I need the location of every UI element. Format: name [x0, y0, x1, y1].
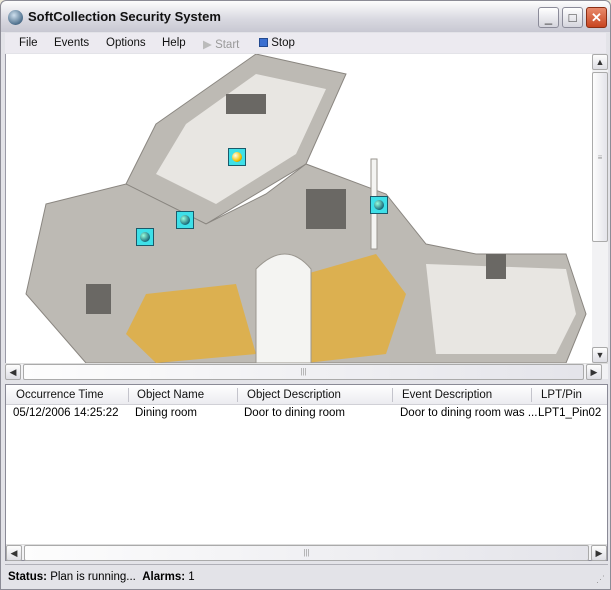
list-horizontal-scroll-thumb[interactable]: ||| [24, 545, 589, 561]
status-bar: Status: Plan is running... Alarms: 1 ⋰ [5, 564, 608, 588]
vertical-scroll-thumb[interactable]: ≡ [592, 72, 608, 242]
sensor-1-icon[interactable] [228, 148, 246, 166]
cell-lpt-pin: LPT1_Pin02 [538, 407, 602, 419]
sensor-3-icon[interactable] [136, 228, 154, 246]
events-list-header: Occurrence Time Object Name Object Descr… [6, 385, 607, 405]
alarms-label: Alarms: [142, 571, 186, 583]
scroll-right-button[interactable]: ▶ [586, 364, 602, 380]
resize-grip-icon[interactable]: ⋰ [596, 574, 605, 585]
floor-plan-image [25, 54, 587, 363]
menu-help[interactable]: Help [162, 37, 186, 49]
sensor-4-icon[interactable] [370, 196, 388, 214]
cell-occurrence-time: 05/12/2006 14:25:22 [13, 407, 119, 419]
menu-events[interactable]: Events [54, 37, 89, 49]
horizontal-scroll-thumb[interactable]: ||| [23, 364, 584, 380]
menu-bar: File Events Options Help ▶ Start Stop [5, 33, 606, 53]
stop-label: Stop [271, 37, 295, 49]
floor-plan-view[interactable] [5, 54, 592, 363]
app-icon [8, 10, 23, 25]
scroll-up-button[interactable]: ▲ [592, 54, 608, 70]
list-scroll-left-button[interactable]: ◀ [6, 545, 22, 561]
scroll-down-button[interactable]: ▼ [592, 347, 608, 363]
menu-options[interactable]: Options [106, 37, 146, 49]
plan-vertical-scrollbar[interactable]: ▲ ≡ ▼ [592, 54, 608, 363]
play-icon: ▶ [203, 39, 212, 51]
alarms-count: 1 [188, 571, 195, 583]
column-object-description[interactable]: Object Description [247, 389, 341, 401]
sensor-2-icon[interactable] [176, 211, 194, 229]
status-text: Status: Plan is running... Alarms: 1 [8, 571, 195, 583]
plan-horizontal-scrollbar[interactable]: ◀ ||| ▶ [5, 363, 608, 380]
menu-file[interactable]: File [19, 37, 38, 49]
cell-object-name: Dining room [135, 407, 197, 419]
stop-button[interactable]: Stop [259, 37, 295, 49]
maximize-button[interactable]: □ [562, 7, 583, 28]
column-lpt-pin[interactable]: LPT/Pin [541, 389, 582, 401]
title-bar[interactable]: SoftCollection Security System _ □ ✕ [1, 1, 610, 32]
list-scroll-right-button[interactable]: ▶ [591, 545, 607, 561]
list-horizontal-scrollbar[interactable]: ◀ ||| ▶ [6, 544, 607, 561]
main-window: SoftCollection Security System _ □ ✕ Fil… [0, 0, 611, 590]
cell-event-description: Door to dining room was ... [400, 407, 538, 419]
start-button[interactable]: ▶ Start [203, 37, 239, 51]
window-title: SoftCollection Security System [28, 9, 221, 24]
status-label: Status: [8, 571, 47, 583]
minimize-button[interactable]: _ [538, 7, 559, 28]
close-button[interactable]: ✕ [586, 7, 607, 28]
start-label: Start [215, 39, 240, 51]
column-occurrence-time[interactable]: Occurrence Time [16, 389, 104, 401]
column-event-description[interactable]: Event Description [402, 389, 492, 401]
scroll-left-button[interactable]: ◀ [5, 364, 21, 380]
column-object-name[interactable]: Object Name [137, 389, 204, 401]
stop-icon [259, 38, 268, 47]
status-value: Plan is running... [50, 571, 136, 583]
cell-object-description: Door to dining room [244, 407, 345, 419]
events-list[interactable]: Occurrence Time Object Name Object Descr… [5, 384, 608, 561]
